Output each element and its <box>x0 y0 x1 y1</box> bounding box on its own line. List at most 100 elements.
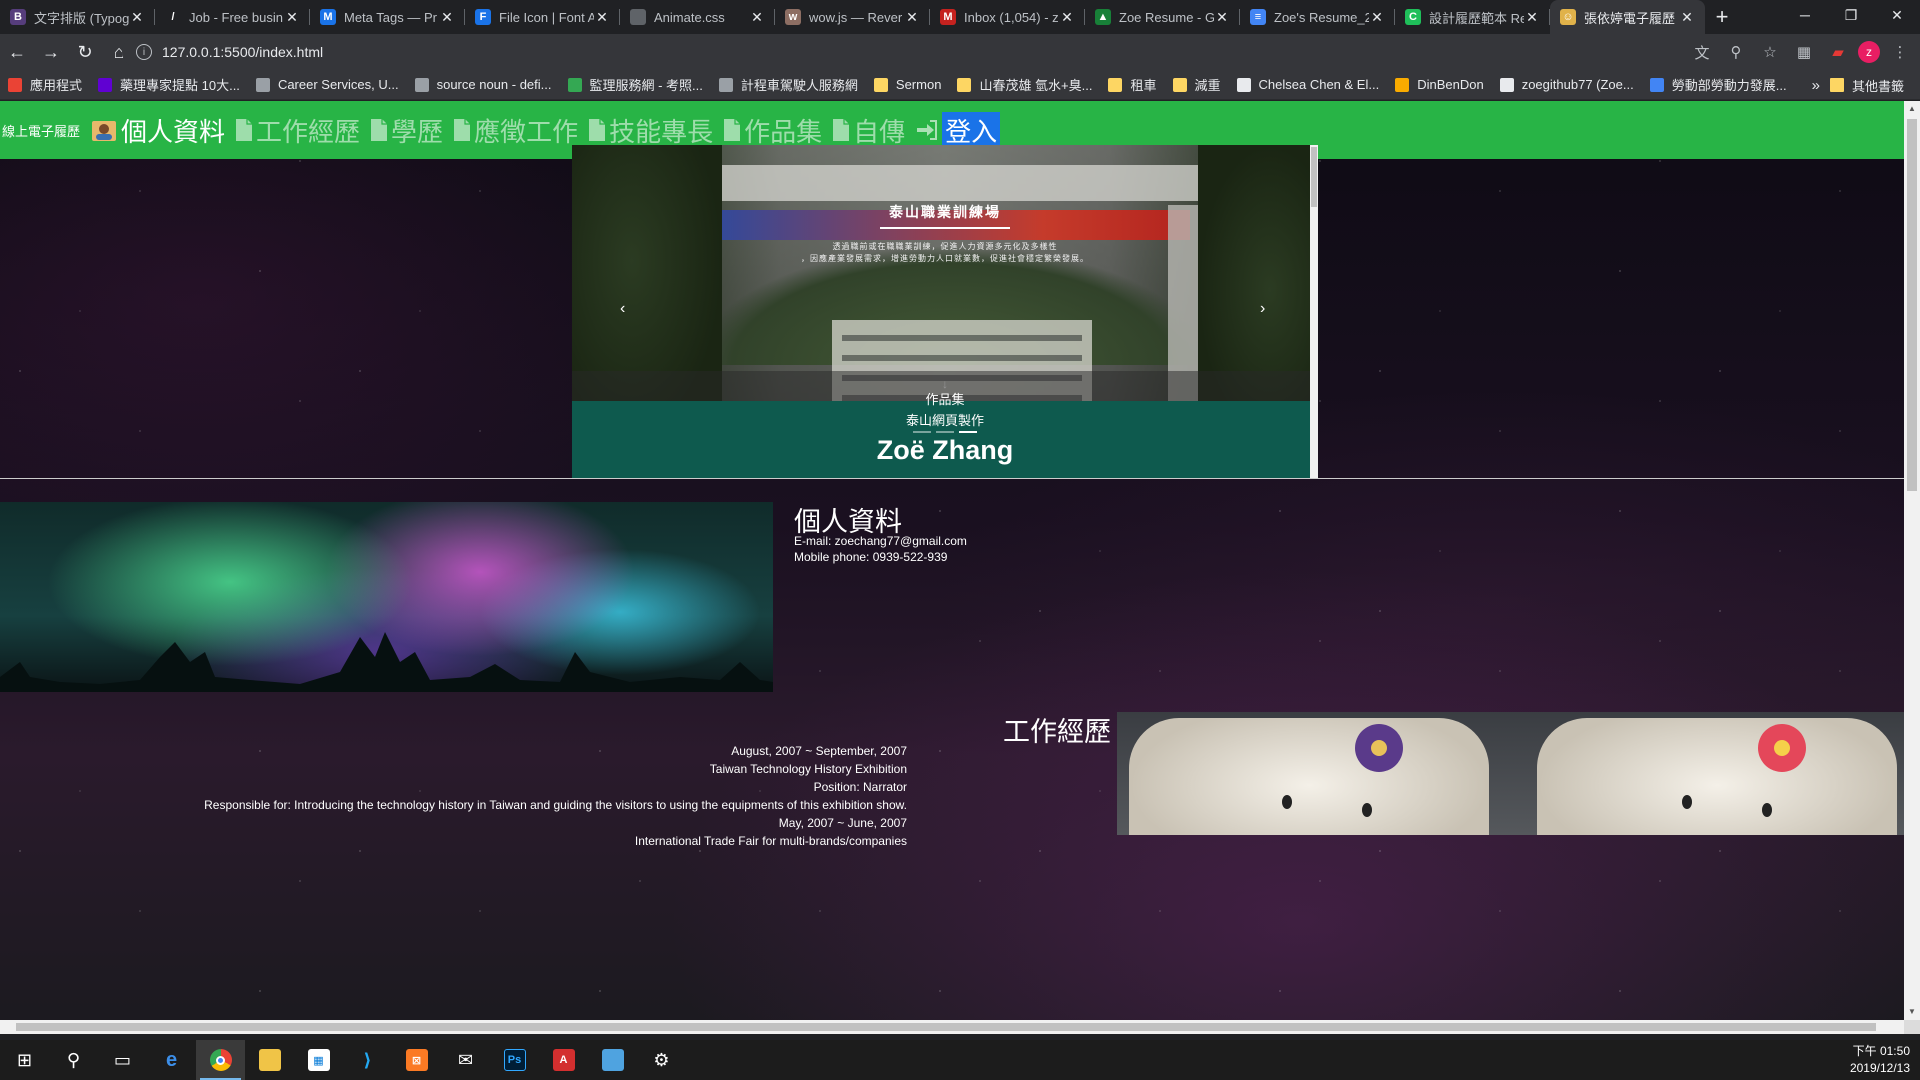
bookmark-item[interactable]: Sermon <box>866 77 950 92</box>
address-bar[interactable]: i 127.0.0.1:5500/index.html <box>122 37 1812 67</box>
bookmark-item[interactable]: Chelsea Chen & El... <box>1229 77 1388 92</box>
bookmark-item[interactable]: zoegithub77 (Zoe... <box>1492 77 1642 92</box>
acrobat-icon[interactable]: A <box>539 1040 588 1080</box>
tab-close-icon[interactable]: ✕ <box>1524 9 1540 26</box>
chrome-icon[interactable] <box>196 1040 245 1080</box>
minimize-icon[interactable]: ─ <box>1782 0 1828 30</box>
reload-icon[interactable]: ↻ <box>68 36 102 68</box>
browser-tab[interactable]: F File Icon | Font A ✕ <box>465 0 620 34</box>
bookmark-item[interactable]: 計程車駕駛人服務網 <box>711 75 866 94</box>
zoom-icon[interactable]: ⚲ <box>1722 38 1750 66</box>
bookmark-label: 計程車駕駛人服務網 <box>740 78 858 93</box>
restore-icon[interactable]: ❐ <box>1828 0 1874 30</box>
mail-icon[interactable]: ✉ <box>441 1040 490 1080</box>
nav-item[interactable]: 學歷 <box>370 112 443 149</box>
tab-close-icon[interactable]: ✕ <box>1679 9 1695 26</box>
browser-tab[interactable]: ▲ Zoe Resume - G ✕ <box>1085 0 1240 34</box>
close-window-icon[interactable]: ✕ <box>1874 0 1920 30</box>
carousel-indicators <box>572 431 1318 433</box>
edge-icon[interactable]: e <box>147 1040 196 1080</box>
browser-tab[interactable]: w wow.js — Rever ✕ <box>775 0 930 34</box>
nav-item[interactable]: 工作經歷 <box>235 112 360 149</box>
browser-tab[interactable]: ≡ Zoe's Resume_2 ✕ <box>1240 0 1395 34</box>
nav-item[interactable]: 自傳 <box>832 112 905 149</box>
bookmark-item[interactable]: 租車 <box>1100 75 1164 94</box>
carousel-indicator[interactable] <box>913 431 931 433</box>
nav-item[interactable]: 作品集 <box>723 112 822 149</box>
tab-title: Zoe's Resume_2 <box>1274 9 1369 25</box>
page-horizontal-scrollbar[interactable] <box>0 1020 1904 1034</box>
tab-close-icon[interactable]: ✕ <box>1214 9 1230 26</box>
vscode-icon[interactable]: ⟩ <box>343 1040 392 1080</box>
task-view-icon[interactable]: ▭ <box>98 1040 147 1080</box>
browser-tab[interactable]: M Meta Tags — Pr ✕ <box>310 0 465 34</box>
carousel-scrollbar[interactable] <box>1310 145 1318 478</box>
bookmark-item[interactable]: 藥理專家提點 10大... <box>90 75 248 94</box>
carousel-indicator[interactable] <box>959 431 977 433</box>
nav-item-personal[interactable]: 個人資料 <box>90 112 225 149</box>
new-tab-button[interactable]: + <box>1705 0 1739 34</box>
site-brand[interactable]: 線上電子履歷 <box>2 121 80 140</box>
carousel-next-icon[interactable]: › <box>1260 300 1265 318</box>
portfolio-carousel[interactable]: 泰山職業訓練場 透過職前或在職職業訓練，促進人力資源多元化及多樣性 ，因應產業發… <box>572 145 1318 478</box>
browser-tab[interactable]: Animate.css ✕ <box>620 0 775 34</box>
forward-icon[interactable]: → <box>34 36 68 68</box>
tab-close-icon[interactable]: ✕ <box>129 9 145 26</box>
address-url[interactable]: 127.0.0.1:5500/index.html <box>162 44 323 60</box>
tab-close-icon[interactable]: ✕ <box>284 9 300 26</box>
tab-close-icon[interactable]: ✕ <box>904 9 920 26</box>
carousel-prev-icon[interactable]: ‹ <box>620 300 625 318</box>
taskbar-clock[interactable]: 下午 01:50 2019/12/13 <box>1850 1043 1910 1077</box>
scrollbar-thumb[interactable] <box>1907 119 1917 491</box>
tab-close-icon[interactable]: ✕ <box>594 9 610 26</box>
aurora-image <box>0 502 773 692</box>
bookmark-item[interactable]: 應用程式 <box>0 75 90 94</box>
remote-desktop-icon[interactable] <box>588 1040 637 1080</box>
profile-avatar[interactable]: z <box>1858 41 1880 63</box>
browser-tab[interactable]: / Job - Free busin ✕ <box>155 0 310 34</box>
bookmark-item[interactable]: source noun - defi... <box>407 77 560 92</box>
bookmark-label: DinBenDon <box>1417 77 1484 92</box>
extension-icon[interactable]: ▦ <box>1790 38 1818 66</box>
site-info-icon[interactable]: i <box>136 44 152 60</box>
menu-icon[interactable]: ⋮ <box>1886 38 1914 66</box>
scroll-down-icon[interactable]: ▼ <box>1904 1004 1920 1020</box>
browser-tab[interactable]: C 設計履歷範本 Re ✕ <box>1395 0 1550 34</box>
scroll-up-icon[interactable]: ▲ <box>1904 101 1920 117</box>
browser-tab[interactable]: ☺ 張依婷電子履歷 ✕ <box>1550 0 1705 34</box>
nav-item-login[interactable]: 登入 <box>915 111 1001 149</box>
settings-gear-icon[interactable]: ⚙ <box>637 1040 686 1080</box>
other-bookmarks-folder[interactable]: 其他書籤 <box>1822 70 1912 100</box>
file-explorer-icon[interactable] <box>245 1040 294 1080</box>
bookmark-item[interactable]: 勞動部勞動力發展... <box>1642 75 1795 94</box>
work-experience-line: International Trade Fair for multi-brand… <box>634 834 907 848</box>
back-icon[interactable]: ← <box>0 36 34 68</box>
bookmark-item[interactable]: Career Services, U... <box>248 77 407 92</box>
bookmark-item[interactable]: 山春茂雄 氫水+臭... <box>949 75 1100 94</box>
page-vertical-scrollbar[interactable]: ▲ ▼ <box>1904 101 1920 1020</box>
tab-close-icon[interactable]: ✕ <box>1369 9 1385 26</box>
photoshop-icon[interactable]: Ps <box>490 1040 539 1080</box>
tab-close-icon[interactable]: ✕ <box>749 9 765 26</box>
browser-tab[interactable]: B 文字排版 (Typog ✕ <box>0 0 155 34</box>
tab-close-icon[interactable]: ✕ <box>439 9 455 26</box>
nav-item[interactable]: 技能專長 <box>588 112 713 149</box>
slide-subtitle: ，因應產業發展需求，增進勞動力人口就業數，促進社會穩定繁榮發展。 <box>801 254 1089 263</box>
bookmark-item[interactable]: 監理服務網 - 考照... <box>560 75 711 94</box>
pdf-extension-icon[interactable]: ▰ <box>1824 38 1852 66</box>
tab-close-icon[interactable]: ✕ <box>1059 9 1075 26</box>
browser-tab[interactable]: M Inbox (1,054) - z ✕ <box>930 0 1085 34</box>
scrollbar-thumb[interactable] <box>16 1023 1876 1031</box>
bookmark-item[interactable]: 減重 <box>1165 75 1229 94</box>
file-icon <box>724 119 741 141</box>
bookmarks-overflow-button[interactable]: » <box>1812 70 1820 100</box>
bookmark-item[interactable]: DinBenDon <box>1387 77 1492 92</box>
nav-item[interactable]: 應徵工作 <box>453 112 578 149</box>
search-icon[interactable]: ⚲ <box>49 1040 98 1080</box>
carousel-indicator[interactable] <box>936 431 954 433</box>
windows-start-icon[interactable]: ⊞ <box>0 1040 49 1080</box>
store-icon[interactable]: ▦ <box>294 1040 343 1080</box>
translate-icon[interactable]: 文 <box>1688 38 1716 66</box>
xampp-icon[interactable]: ⊠ <box>392 1040 441 1080</box>
bookmark-star-icon[interactable]: ☆ <box>1756 38 1784 66</box>
